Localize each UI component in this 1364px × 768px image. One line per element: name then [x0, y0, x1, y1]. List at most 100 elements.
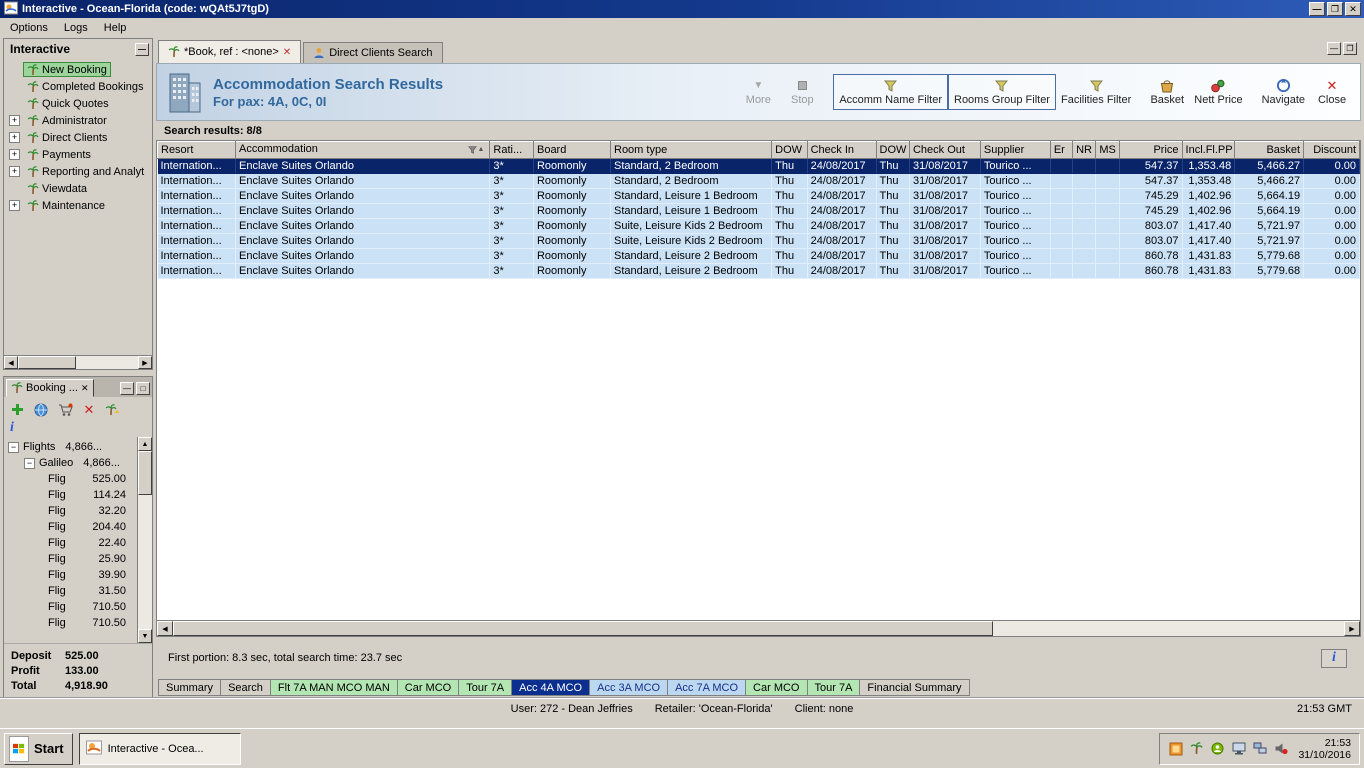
tab-booking-ref[interactable]: *Book, ref : <none> ✕	[158, 40, 302, 63]
column-header-dow[interactable]: DOW	[875, 141, 910, 159]
booking-tree-item[interactable]: Flig 204.40	[4, 519, 137, 535]
column-header-discount[interactable]: Discount	[1303, 141, 1360, 159]
network-icon[interactable]	[1252, 742, 1267, 756]
info-icon[interactable]: i	[10, 420, 14, 435]
bottom-tab-car-mco[interactable]: Car MCO	[396, 679, 460, 696]
close-button[interactable]: ✕ Close	[1310, 74, 1354, 110]
sidebar-item-reporting-and-analyt[interactable]: + Reporting and Analyt	[4, 163, 152, 180]
column-header-dow[interactable]: DOW	[771, 141, 808, 159]
expand-plus-icon[interactable]: +	[9, 115, 20, 126]
collapse-minus-icon[interactable]: −	[24, 457, 35, 469]
sidebar-item-completed-bookings[interactable]: Completed Bookings	[4, 78, 152, 95]
booking-tree-item[interactable]: Flig 525.00	[4, 471, 137, 487]
collapse-minus-icon[interactable]: −	[8, 441, 19, 453]
scroll-up-icon[interactable]: ▲	[138, 437, 152, 451]
expand-plus-icon[interactable]: +	[9, 132, 20, 143]
sidebar-item-direct-clients[interactable]: + Direct Clients	[4, 129, 152, 146]
booking-tree-item[interactable]: Flig 710.50	[4, 615, 137, 631]
table-row[interactable]: Internation... Enclave Suites Orlando 3* Ro…	[157, 188, 1360, 204]
display-icon[interactable]	[1231, 742, 1246, 756]
scroll-left-icon[interactable]: ◀	[4, 356, 18, 369]
booking-tree-item[interactable]: Flig 22.40	[4, 535, 137, 551]
booking-tree-item[interactable]: Flig 32.20	[4, 503, 137, 519]
bottom-tab-acc-3a-mco[interactable]: Acc 3A MCO	[589, 679, 669, 696]
taskbar-clock[interactable]: 21:53 31/10/2016	[1298, 737, 1351, 761]
column-header-rati[interactable]: Rati...	[489, 141, 534, 159]
booking-tree-item[interactable]: Flig 31.50	[4, 583, 137, 599]
globe-icon[interactable]	[33, 402, 49, 417]
volume-muted-icon[interactable]	[1273, 742, 1288, 756]
grid-hscrollbar[interactable]: ◀ ▶	[156, 621, 1361, 637]
palm-export-icon[interactable]	[105, 402, 121, 417]
close-icon[interactable]: ✕	[1345, 2, 1361, 16]
bottom-tab-tour-7a[interactable]: Tour 7A	[806, 679, 861, 696]
minimize-icon[interactable]: —	[1309, 2, 1325, 16]
maximize-panel-icon[interactable]: □	[136, 382, 150, 395]
taskbar-task-interactive[interactable]: Interactive - Ocea...	[78, 732, 241, 765]
column-header-ms[interactable]: MS	[1095, 141, 1120, 159]
navigate-button[interactable]: Navigate	[1257, 74, 1310, 110]
rooms-group-filter-button[interactable]: Rooms Group Filter	[948, 74, 1056, 110]
table-row[interactable]: Internation... Enclave Suites Orlando 3* Ro…	[157, 233, 1360, 249]
stop-button[interactable]: Stop	[780, 74, 824, 110]
restore-icon[interactable]: ❐	[1327, 2, 1343, 16]
column-header-basket[interactable]: Basket	[1234, 141, 1305, 159]
minimize-document-icon[interactable]: —	[1327, 42, 1341, 55]
info-button[interactable]: i	[1321, 648, 1347, 668]
column-header-nr[interactable]: NR	[1072, 141, 1097, 159]
column-header-supplier[interactable]: Supplier	[979, 141, 1051, 159]
tab-direct-clients-search[interactable]: Direct Clients Search	[303, 42, 443, 63]
minimize-panel-icon[interactable]: —	[120, 382, 134, 395]
table-row[interactable]: Internation... Enclave Suites Orlando 3* Ro…	[157, 218, 1360, 234]
menu-help[interactable]: Help	[96, 19, 135, 37]
table-row[interactable]: Internation... Enclave Suites Orlando 3* Ro…	[157, 173, 1360, 189]
sidebar-hscrollbar[interactable]: ◀ ▶	[4, 355, 152, 369]
bottom-tab-tour-7a[interactable]: Tour 7A	[458, 679, 513, 696]
bottom-tab-acc-7a-mco[interactable]: Acc 7A MCO	[667, 679, 747, 696]
table-row[interactable]: Internation... Enclave Suites Orlando 3* Ro…	[157, 158, 1360, 174]
scroll-thumb[interactable]	[18, 356, 76, 369]
column-header-resort[interactable]: Resort	[157, 141, 237, 159]
sidebar-item-quick-quotes[interactable]: Quick Quotes	[4, 95, 152, 112]
more-button[interactable]: ▼ More	[736, 74, 780, 110]
bottom-tab-financial-summary[interactable]: Financial Summary	[859, 679, 970, 696]
menu-logs[interactable]: Logs	[56, 19, 96, 37]
column-header-board[interactable]: Board	[532, 141, 612, 159]
close-tab-icon[interactable]: ✕	[283, 47, 291, 58]
scroll-thumb[interactable]	[173, 621, 993, 636]
column-header-accommodation[interactable]: Accommodation ▲	[235, 141, 491, 159]
start-button[interactable]: Start	[4, 732, 73, 765]
cart-icon[interactable]	[57, 402, 73, 417]
filter-funnel-icon[interactable]	[468, 145, 478, 157]
booking-tree-group[interactable]: − Galileo 4,866...	[4, 455, 137, 471]
sidebar-item-payments[interactable]: + Payments	[4, 146, 152, 163]
restore-document-icon[interactable]: ❐	[1343, 42, 1357, 55]
column-header-check-out[interactable]: Check Out	[908, 141, 981, 159]
bottom-tab-car-mco[interactable]: Car MCO	[745, 679, 808, 696]
nett-price-button[interactable]: Nett Price	[1189, 74, 1247, 110]
palm-tray-icon[interactable]	[1189, 742, 1204, 756]
launcher-icon[interactable]	[1168, 742, 1183, 756]
scroll-down-icon[interactable]: ▼	[138, 629, 152, 643]
facilities-filter-button[interactable]: Facilities Filter	[1056, 74, 1136, 110]
table-row[interactable]: Internation... Enclave Suites Orlando 3* Ro…	[157, 263, 1360, 279]
booking-tree-item[interactable]: Flig 114.24	[4, 487, 137, 503]
chat-icon[interactable]	[1210, 742, 1225, 756]
expand-plus-icon[interactable]: +	[9, 200, 20, 211]
expand-plus-icon[interactable]: +	[9, 149, 20, 160]
expand-plus-icon[interactable]: +	[9, 166, 20, 177]
column-header-price[interactable]: Price	[1118, 141, 1183, 159]
accomm-name-filter-button[interactable]: Accomm Name Filter	[833, 74, 948, 110]
bottom-tab-acc-4a-mco[interactable]: Acc 4A MCO	[511, 679, 591, 696]
bottom-tab-search[interactable]: Search	[220, 679, 271, 696]
sidebar-item-administrator[interactable]: + Administrator	[4, 112, 152, 129]
menu-options[interactable]: Options	[2, 19, 56, 37]
sidebar-item-maintenance[interactable]: + Maintenance	[4, 197, 152, 214]
bottom-tab-summary[interactable]: Summary	[158, 679, 222, 696]
booking-vscrollbar[interactable]: ▲ ▼	[137, 437, 152, 643]
basket-button[interactable]: Basket	[1145, 74, 1189, 110]
collapse-panel-icon[interactable]: —	[135, 42, 149, 56]
sidebar-item-viewdata[interactable]: Viewdata	[4, 180, 152, 197]
table-row[interactable]: Internation... Enclave Suites Orlando 3* Ro…	[157, 203, 1360, 219]
booking-tree-item[interactable]: Flig 710.50	[4, 599, 137, 615]
